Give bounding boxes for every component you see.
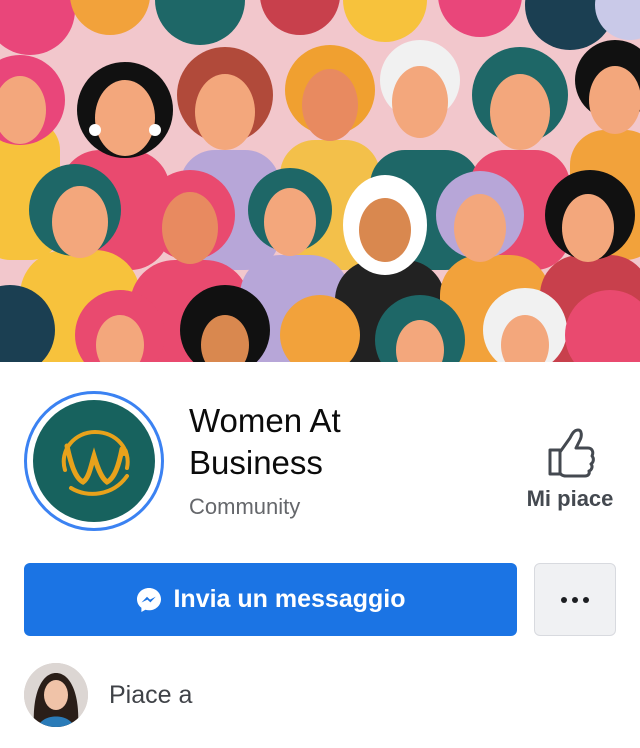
women-at-business-logo-icon — [61, 429, 130, 496]
like-label: Mi piace — [526, 486, 614, 511]
facebook-page-header: Women At Business Community Mi piace Inv… — [0, 0, 640, 748]
cover-photo[interactable] — [0, 0, 640, 362]
page-title-line-2: Business — [189, 444, 323, 481]
profile-picture[interactable] — [24, 391, 164, 531]
avatar[interactable] — [24, 663, 88, 727]
page-title: Women At Business — [189, 400, 489, 484]
more-dots-icon — [561, 596, 589, 603]
messenger-icon — [137, 587, 162, 612]
user-avatar-icon — [24, 663, 88, 727]
cover-illustration — [0, 0, 640, 362]
like-button[interactable]: Mi piace — [512, 424, 628, 524]
more-options-button[interactable] — [534, 563, 616, 636]
page-category: Community — [189, 494, 301, 519]
send-message-button[interactable]: Invia un messaggio — [24, 563, 517, 636]
send-message-label: Invia un messaggio — [173, 585, 406, 613]
liked-by-label: Piace a — [109, 680, 193, 709]
thumbs-up-icon — [548, 428, 595, 478]
liked-by-row[interactable]: Piace a — [24, 660, 192, 730]
page-title-line-1: Women At — [189, 402, 341, 439]
